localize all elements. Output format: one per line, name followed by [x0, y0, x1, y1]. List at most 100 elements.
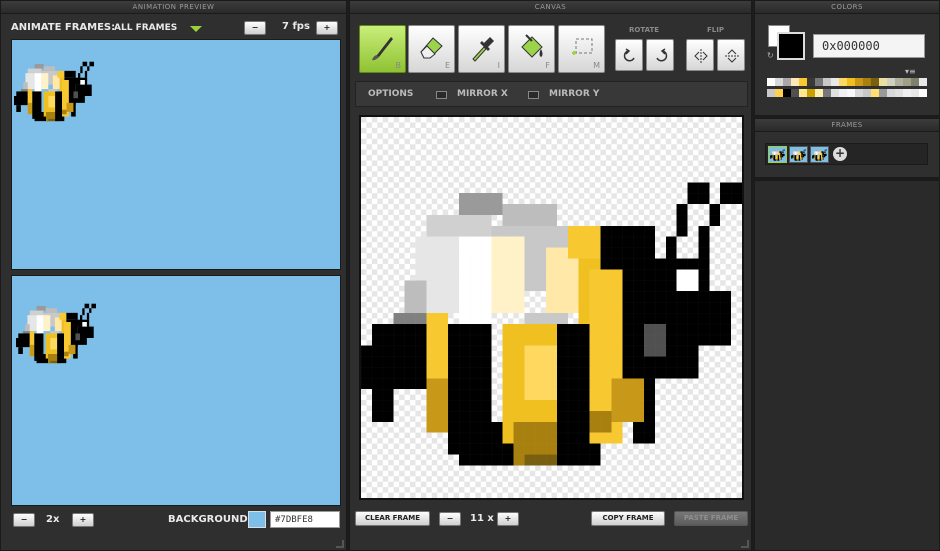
palette-swatch[interactable]: [783, 78, 791, 86]
palette-swatch[interactable]: [879, 89, 887, 97]
palette-swatch[interactable]: [791, 78, 799, 86]
preview-scale-increase-button[interactable]: +: [72, 513, 94, 527]
zoom-in-button[interactable]: +: [497, 512, 519, 526]
bee-thumbnail-2: [791, 149, 806, 161]
palette-swatch[interactable]: [895, 78, 903, 86]
background-color-swatch[interactable]: [248, 511, 266, 528]
palette-swatch[interactable]: [919, 78, 927, 86]
select-tool-button[interactable]: M: [558, 25, 605, 73]
palette-swatch[interactable]: [799, 78, 807, 86]
preview-scale-decrease-button[interactable]: −: [13, 513, 35, 527]
palette-swatch[interactable]: [767, 89, 775, 97]
palette-swatch[interactable]: [855, 78, 863, 86]
right-empty-area: [754, 180, 940, 551]
dropdown-arrow-icon[interactable]: [190, 26, 202, 32]
palette-swatch[interactable]: [807, 78, 815, 86]
palette-swatch[interactable]: [815, 89, 823, 97]
palette-swatch[interactable]: [847, 89, 855, 97]
animate-frames-label: ANIMATE FRAMES:: [11, 22, 116, 33]
palette-swatch[interactable]: [823, 89, 831, 97]
animation-preview-panel: ANIMATION PREVIEW ANIMATE FRAMES: ALL FR…: [0, 0, 347, 551]
palette-swatch[interactable]: [855, 89, 863, 97]
fill-tool-button[interactable]: F: [508, 25, 555, 73]
palette-swatch[interactable]: [839, 78, 847, 86]
mirror-x-label[interactable]: MIRROR X: [457, 89, 508, 99]
palette-swatch[interactable]: [807, 89, 815, 97]
fps-increase-button[interactable]: +: [316, 21, 338, 35]
palette-swatch[interactable]: [911, 78, 919, 86]
canvas-title: CANVAS: [350, 1, 751, 14]
frames-dropdown[interactable]: ALL FRAMES: [114, 23, 177, 33]
paste-frame-button[interactable]: PASTE FRAME: [674, 511, 748, 526]
colors-panel: COLORS ↻ ▾≡: [754, 0, 940, 116]
eraser-tool-button[interactable]: E: [408, 25, 455, 73]
palette-swatch[interactable]: [911, 89, 919, 97]
rotate-left-button[interactable]: [615, 39, 643, 71]
rotate-right-icon: [656, 48, 668, 62]
eyedropper-icon: [472, 37, 494, 62]
palette-swatch[interactable]: [903, 78, 911, 86]
resize-handle-icon[interactable]: [741, 540, 749, 548]
frames-strip: +: [765, 143, 928, 165]
background-hex-input[interactable]: [270, 511, 340, 528]
color-palette: [767, 78, 929, 100]
palette-swatch[interactable]: [847, 78, 855, 86]
palette-swatch[interactable]: [895, 89, 903, 97]
palette-swatch[interactable]: [871, 89, 879, 97]
fill-shortcut: F: [545, 61, 550, 70]
palette-swatch[interactable]: [791, 89, 799, 97]
palette-swatch[interactable]: [767, 78, 775, 86]
palette-swatch[interactable]: [799, 89, 807, 97]
palette-swatch[interactable]: [919, 89, 927, 97]
palette-swatch[interactable]: [775, 78, 783, 86]
primary-color-swatch[interactable]: [777, 32, 805, 60]
resize-handle-icon[interactable]: [336, 540, 344, 548]
palette-swatch[interactable]: [863, 78, 871, 86]
mirror-y-label[interactable]: MIRROR Y: [549, 89, 599, 99]
eyedropper-tool-button[interactable]: I: [458, 25, 505, 73]
color-hex-input[interactable]: [813, 34, 925, 58]
background-label: BACKGROUND: [168, 514, 248, 525]
palette-swatch[interactable]: [839, 89, 847, 97]
palette-swatch[interactable]: [863, 89, 871, 97]
eraser-shortcut: E: [444, 61, 450, 70]
zoom-value: 11 x: [470, 513, 494, 524]
copy-frame-button[interactable]: COPY FRAME: [591, 511, 665, 526]
pixel-editor-canvas[interactable]: [359, 115, 744, 500]
palette-swatch[interactable]: [831, 78, 839, 86]
rotate-left-icon: [623, 48, 635, 62]
mirror-x-checkbox[interactable]: [436, 91, 447, 99]
frames-title: FRAMES: [755, 119, 939, 132]
frame-thumbnail[interactable]: [810, 146, 829, 163]
flip-vertical-button[interactable]: [717, 39, 745, 71]
add-frame-button[interactable]: +: [833, 147, 847, 161]
bee-thumbnail-3: [812, 149, 827, 161]
mirror-y-checkbox[interactable]: [528, 91, 539, 99]
swap-colors-icon[interactable]: ↻: [767, 51, 774, 60]
bee-preview-large: [14, 61, 94, 122]
fps-decrease-button[interactable]: −: [244, 21, 266, 35]
fps-value: 7 fps: [282, 21, 310, 32]
palette-swatch[interactable]: [871, 78, 879, 86]
palette-swatch[interactable]: [887, 78, 895, 86]
palette-swatch[interactable]: [783, 89, 791, 97]
palette-menu-icon[interactable]: ▾≡: [905, 67, 916, 76]
palette-swatch[interactable]: [823, 78, 831, 86]
palette-swatch[interactable]: [831, 89, 839, 97]
palette-swatch[interactable]: [775, 89, 783, 97]
flip-horizontal-icon: [694, 49, 708, 63]
select-shortcut: M: [593, 61, 600, 70]
brush-shortcut: B: [395, 61, 402, 70]
palette-swatch[interactable]: [879, 78, 887, 86]
zoom-out-button[interactable]: −: [439, 512, 461, 526]
clear-frame-button[interactable]: CLEAR FRAME: [355, 511, 430, 526]
rotate-right-button[interactable]: [646, 39, 674, 71]
palette-swatch[interactable]: [903, 89, 911, 97]
frame-thumbnail[interactable]: [768, 146, 787, 163]
frame-thumbnail[interactable]: [789, 146, 808, 163]
palette-swatch[interactable]: [815, 78, 823, 86]
flip-horizontal-button[interactable]: [686, 39, 714, 71]
palette-swatch[interactable]: [887, 89, 895, 97]
brush-tool-button[interactable]: B: [359, 25, 406, 73]
animation-preview-title: ANIMATION PREVIEW: [1, 1, 346, 14]
